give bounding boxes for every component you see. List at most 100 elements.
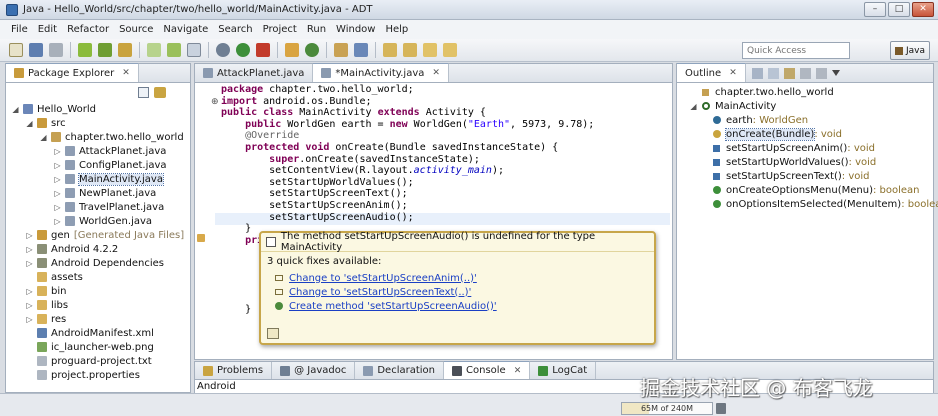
next-annotation-icon[interactable]	[383, 43, 397, 57]
code-line[interactable]: setStartUpScreenAnim();	[221, 200, 594, 212]
android-sdk-manager-icon[interactable]	[78, 43, 92, 57]
menu-refactor[interactable]: Refactor	[62, 24, 114, 35]
new-wizard-icon[interactable]	[9, 43, 23, 57]
tree-item[interactable]: ▷ gen [Generated Java Files]	[6, 228, 190, 242]
tree-item[interactable]: ▷ WorldGen.java	[6, 214, 190, 228]
menu-run[interactable]: Run	[302, 24, 331, 35]
outline-item[interactable]: ◢ MainActivity	[685, 99, 930, 113]
tab-attackplanet[interactable]: AttackPlanet.java	[195, 64, 314, 82]
menu-source[interactable]: Source	[114, 24, 158, 35]
close-icon[interactable]: ✕	[514, 366, 522, 376]
new-android-test-icon[interactable]	[167, 43, 181, 57]
code-line[interactable]: package chapter.two.hello_world;	[221, 84, 594, 96]
menu-window[interactable]: Window	[331, 24, 380, 35]
tree-item[interactable]: ic_launcher-web.png	[6, 340, 190, 354]
tab-mainactivity[interactable]: *MainActivity.java ✕	[313, 63, 449, 82]
minimize-button[interactable]: –	[864, 2, 886, 17]
maximize-button[interactable]: □	[888, 2, 910, 17]
menu-help[interactable]: Help	[380, 24, 413, 35]
new-xml-file-icon[interactable]	[187, 43, 201, 57]
collapsed-arrow-icon[interactable]: ▷	[25, 301, 34, 310]
collapse-all-icon[interactable]	[138, 87, 149, 98]
code-line[interactable]: setStartUpScreenAudio();	[221, 212, 594, 224]
outline-item[interactable]: setStartUpScreenText() : void	[685, 169, 930, 183]
run-icon[interactable]	[236, 43, 250, 57]
outline-item[interactable]: onOptionsItemSelected(MenuItem) : boolea…	[685, 197, 938, 211]
tree-item[interactable]: proguard-project.txt	[6, 354, 190, 368]
outline-item[interactable]: chapter.two.hello_world	[685, 85, 930, 99]
menu-project[interactable]: Project	[258, 24, 302, 35]
tab-console[interactable]: Console ✕	[444, 361, 531, 379]
close-icon[interactable]: ✕	[432, 68, 440, 78]
tree-item[interactable]: ▷ Android Dependencies	[6, 256, 190, 270]
quick-fix-link-text[interactable]: Change to 'setStartUpScreenAnim(..)'	[289, 273, 477, 284]
tab-declaration[interactable]: Declaration	[355, 362, 445, 379]
code-line[interactable]: public class MainActivity extends Activi…	[221, 107, 594, 119]
tree-item[interactable]: project.properties	[6, 368, 190, 382]
view-menu-icon[interactable]	[831, 70, 840, 76]
tree-item[interactable]: ▷ bin	[6, 284, 190, 298]
tree-item[interactable]: ▷ AttackPlanet.java	[6, 144, 190, 158]
collapsed-arrow-icon[interactable]: ▷	[25, 287, 34, 296]
collapsed-arrow-icon[interactable]: ▷	[53, 161, 62, 170]
close-icon[interactable]: ✕	[122, 68, 130, 78]
code-line[interactable]: @Override	[221, 130, 594, 142]
close-button[interactable]: ✕	[912, 2, 934, 17]
quick-fix-link-text[interactable]: Change to 'setStartUpScreenText(..)'	[289, 287, 471, 298]
code-line[interactable]: setStartUpWorldValues();	[221, 177, 594, 189]
debug-icon[interactable]	[216, 43, 230, 57]
heap-status[interactable]: 65M of 240M	[621, 402, 713, 415]
tree-item[interactable]: ▷ ConfigPlanet.java	[6, 158, 190, 172]
link-with-editor-icon[interactable]	[154, 87, 166, 98]
menu-navigate[interactable]: Navigate	[158, 24, 213, 35]
quick-fix-link[interactable]: Change to 'setStartUpScreenText(..)'	[261, 285, 654, 299]
code-line[interactable]: public WorldGen earth = new WorldGen("Ea…	[221, 119, 594, 131]
code-line[interactable]: protected void onCreate(Bundle savedInst…	[221, 142, 594, 154]
quick-fix-link[interactable]: Create method 'setStartUpScreenAudio()'	[261, 299, 654, 313]
code-line[interactable]: super.onCreate(savedInstanceState);	[221, 154, 594, 166]
fold-icon[interactable]: ⊕	[211, 97, 219, 107]
new-android-project-icon[interactable]	[147, 43, 161, 57]
collapsed-arrow-icon[interactable]: ▷	[53, 203, 62, 212]
tree-item[interactable]: ◢ Hello_World	[6, 102, 190, 116]
tree-item[interactable]: assets	[6, 270, 190, 284]
forward-icon[interactable]	[443, 43, 457, 57]
collapsed-arrow-icon[interactable]: ▷	[25, 315, 34, 324]
lint-icon[interactable]	[118, 43, 132, 57]
collapsed-arrow-icon[interactable]: ▷	[25, 259, 34, 268]
tree-item[interactable]: ▷ NewPlanet.java	[6, 186, 190, 200]
expanded-arrow-icon[interactable]: ◢	[689, 102, 698, 111]
tab-problems[interactable]: Problems	[195, 362, 273, 379]
tab-package-explorer[interactable]: Package Explorer ✕	[6, 63, 139, 82]
hide-fields-icon[interactable]	[767, 67, 779, 79]
menu-search[interactable]: Search	[213, 24, 257, 35]
tab-logcat[interactable]: LogCat	[530, 362, 597, 379]
focus-popup-icon[interactable]	[267, 328, 279, 339]
quick-fix-link[interactable]: Change to 'setStartUpScreenAnim(..)'	[261, 271, 654, 285]
tab-outline[interactable]: Outline ✕	[677, 63, 746, 82]
outline-item[interactable]: onCreate(Bundle) : void	[685, 127, 930, 141]
hide-local-types-icon[interactable]	[815, 67, 827, 79]
avd-manager-icon[interactable]	[98, 43, 112, 57]
open-type-icon[interactable]	[334, 43, 348, 57]
quick-access-input[interactable]	[742, 42, 850, 59]
collapsed-arrow-icon[interactable]: ▷	[53, 175, 62, 184]
code-line[interactable]: setStartUpScreenText();	[221, 188, 594, 200]
java-perspective-button[interactable]: Java	[890, 41, 930, 60]
tree-item[interactable]: ▷ Android 4.2.2	[6, 242, 190, 256]
outline-item[interactable]: onCreateOptionsMenu(Menu) : boolean	[685, 183, 930, 197]
tree-item[interactable]: ◢ src	[6, 116, 190, 130]
collapsed-arrow-icon[interactable]: ▷	[25, 231, 34, 240]
expanded-arrow-icon[interactable]: ◢	[11, 105, 20, 114]
print-icon[interactable]	[49, 43, 63, 57]
save-icon[interactable]	[29, 43, 43, 57]
new-java-class-icon[interactable]	[305, 43, 319, 57]
external-tools-icon[interactable]	[256, 43, 270, 57]
quick-fix-link-text[interactable]: Create method 'setStartUpScreenAudio()'	[289, 301, 497, 312]
garbage-collect-icon[interactable]	[716, 403, 726, 414]
outline-item[interactable]: earth : WorldGen	[685, 113, 930, 127]
tree-item[interactable]: ▷ TravelPlanet.java	[6, 200, 190, 214]
code-line[interactable]: setContentView(R.layout.activity_main);	[221, 165, 594, 177]
tree-item[interactable]: ▷ libs	[6, 298, 190, 312]
tree-item[interactable]: ◢ chapter.two.hello_world	[6, 130, 190, 144]
